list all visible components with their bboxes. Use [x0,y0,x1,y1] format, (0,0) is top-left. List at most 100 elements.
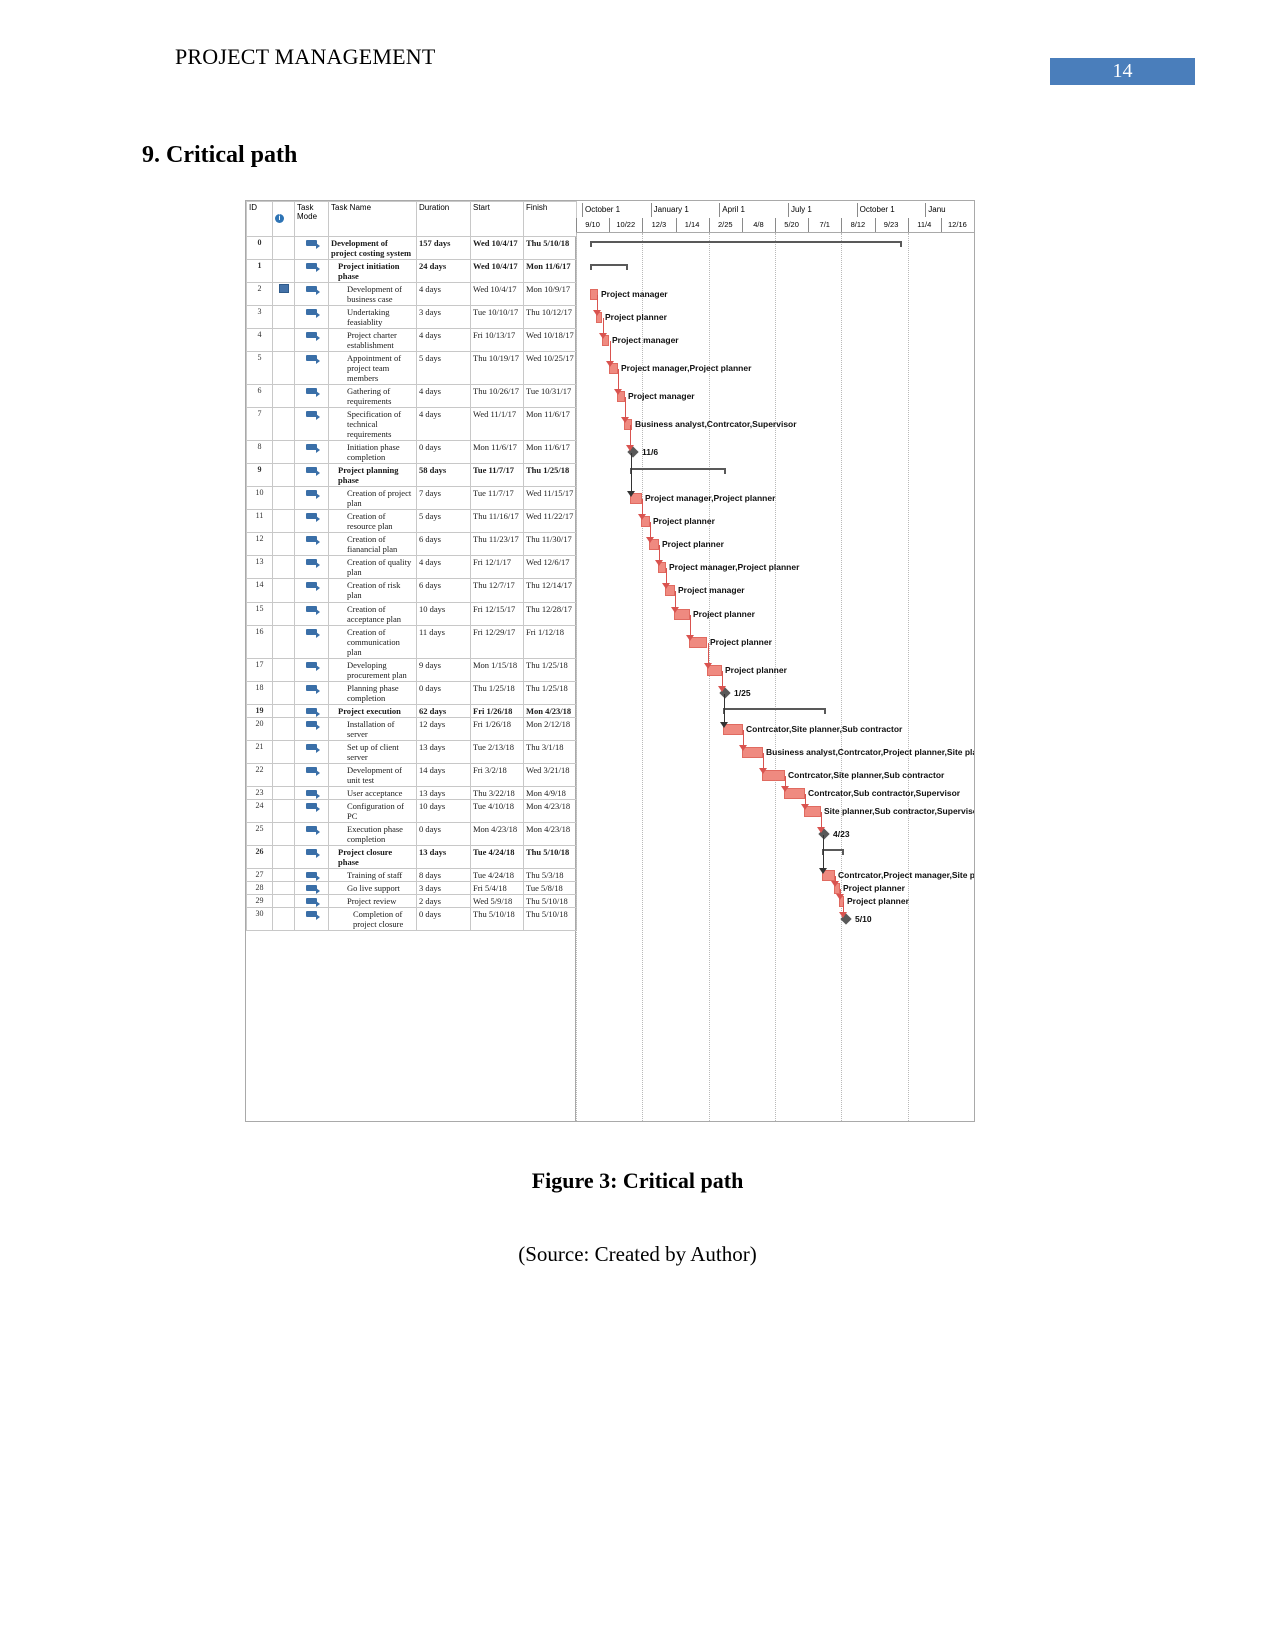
table-row[interactable]: 7 Specification of technical requirements… [246,407,577,442]
task-mode-cell[interactable] [294,867,329,882]
task-mode-cell[interactable] [294,762,329,787]
task-mode-cell[interactable] [294,555,329,580]
task-mode-cell[interactable] [294,328,329,353]
column-header-id[interactable]: ID [246,201,273,237]
row-indicator[interactable] [272,532,295,557]
table-row[interactable]: 15 Creation of acceptance plan 10 days Fri … [246,601,577,626]
task-mode-cell[interactable] [294,384,329,409]
task-mode-cell[interactable] [294,486,329,511]
task-mode-cell[interactable] [294,739,329,764]
table-row[interactable]: 12 Creation of fianancial plan 6 days Thu 1… [246,532,577,557]
task-mode-cell[interactable] [294,282,329,307]
table-row[interactable]: 21 Set up of client server 13 days Tue 2/13… [246,739,577,764]
task-mode-cell[interactable] [294,624,329,659]
gantt-summary-bar[interactable] [590,240,902,247]
row-indicator[interactable] [272,486,295,511]
table-row[interactable]: 4 Project charter establishment 4 days Fri … [246,328,577,353]
row-indicator[interactable] [272,509,295,534]
table-row[interactable]: 27 Training of staff 8 days Tue 4/24/18 Thu … [246,867,577,882]
task-mode-cell[interactable] [294,259,329,284]
table-row[interactable]: 25 Execution phase completion 0 days Mon 4/… [246,821,577,846]
table-row[interactable]: 19 Project execution 62 days Fri 1/26/18 Mon… [246,703,577,718]
task-mode-cell[interactable] [294,305,329,330]
row-indicator[interactable] [272,821,295,846]
table-row[interactable]: 17 Developing procurement plan 9 days Mon 1… [246,657,577,682]
table-row[interactable]: 30 Completion of project closure 0 days Thu… [246,906,577,931]
task-mode-cell[interactable] [294,716,329,741]
row-indicator[interactable] [272,739,295,764]
row-indicator[interactable] [272,785,295,800]
table-row[interactable]: 13 Creation of quality plan 4 days Fri 12/1… [246,555,577,580]
row-indicator[interactable] [272,555,295,580]
column-header-finish[interactable]: Finish [523,201,577,237]
gantt-summary-bar[interactable] [630,467,726,474]
table-row[interactable]: 9 Project planning phase 58 days Tue 11/7/1… [246,463,577,488]
table-row[interactable]: 6 Gathering of requirements 4 days Thu 10/2… [246,384,577,409]
row-indicator[interactable] [272,440,295,465]
row-indicator[interactable] [272,305,295,330]
task-mode-cell[interactable] [294,351,329,386]
row-indicator[interactable] [272,407,295,442]
task-mode-cell[interactable] [294,463,329,488]
row-indicator[interactable] [272,259,295,284]
task-mode-cell[interactable] [294,578,329,603]
task-mode-cell[interactable] [294,440,329,465]
task-mode-cell[interactable] [294,844,329,869]
table-row[interactable]: 16 Creation of communication plan 11 days F… [246,624,577,659]
table-row[interactable]: 24 Configuration of PC 10 days Tue 4/10/18 M… [246,798,577,823]
gantt-summary-bar[interactable] [723,708,826,715]
task-mode-cell[interactable] [294,893,329,908]
task-mode-cell[interactable] [294,509,329,534]
gantt-summary-bar[interactable] [590,263,628,270]
table-row[interactable]: 29 Project review 2 days Wed 5/9/18 Thu 5/10… [246,893,577,908]
task-mode-cell[interactable] [294,785,329,800]
task-mode-cell[interactable] [294,657,329,682]
task-mode-cell[interactable] [294,680,329,705]
task-mode-cell[interactable] [294,235,329,261]
column-header-start[interactable]: Start [470,201,524,237]
task-mode-cell[interactable] [294,906,329,931]
row-indicator[interactable] [272,328,295,353]
row-indicator[interactable] [272,680,295,705]
table-row[interactable]: 11 Creation of resource plan 5 days Thu 11/… [246,509,577,534]
table-row[interactable]: 2 Development of business case 4 days Wed 1… [246,282,577,307]
row-indicator[interactable] [272,235,295,261]
row-indicator[interactable] [272,351,295,386]
task-mode-cell[interactable] [294,880,329,895]
table-row[interactable]: 18 Planning phase completion 0 days Thu 1/2… [246,680,577,705]
table-row[interactable]: 20 Installation of server 12 days Fri 1/26/… [246,716,577,741]
column-header-indicator[interactable]: i [272,201,295,237]
table-row[interactable]: 22 Development of unit test 14 days Fri 3/2… [246,762,577,787]
row-indicator[interactable] [272,844,295,869]
table-row[interactable]: 0 Development of project costing system 15… [246,235,577,261]
row-indicator[interactable] [272,798,295,823]
column-header-task-mode[interactable]: Task Mode [294,201,329,237]
row-indicator[interactable] [272,906,295,931]
task-mode-cell[interactable] [294,532,329,557]
row-indicator[interactable] [272,716,295,741]
row-indicator[interactable] [272,880,295,895]
row-indicator[interactable] [272,657,295,682]
row-indicator[interactable] [272,384,295,409]
table-row[interactable]: 1 Project initiation phase 24 days Wed 10/4… [246,259,577,284]
row-indicator[interactable] [272,867,295,882]
row-indicator[interactable] [272,601,295,626]
task-mode-cell[interactable] [294,407,329,442]
table-row[interactable]: 14 Creation of risk plan 6 days Thu 12/7/17… [246,578,577,603]
row-indicator[interactable] [272,578,295,603]
column-header-duration[interactable]: Duration [416,201,471,237]
table-row[interactable]: 3 Undertaking feasiablity 3 days Tue 10/10/… [246,305,577,330]
task-mode-cell[interactable] [294,703,329,718]
table-row[interactable]: 10 Creation of project plan 7 days Tue 11/7… [246,486,577,511]
column-header-task-name[interactable]: Task Name [328,201,417,237]
row-indicator[interactable] [272,703,295,718]
table-row[interactable]: 28 Go live support 3 days Fri 5/4/18 Tue 5/8… [246,880,577,895]
task-mode-cell[interactable] [294,821,329,846]
row-indicator[interactable] [272,762,295,787]
row-indicator[interactable] [272,282,295,307]
gantt-summary-bar[interactable] [822,849,844,856]
task-mode-cell[interactable] [294,798,329,823]
task-mode-cell[interactable] [294,601,329,626]
table-row[interactable]: 26 Project closure phase 13 days Tue 4/24/1… [246,844,577,869]
row-indicator[interactable] [272,624,295,659]
